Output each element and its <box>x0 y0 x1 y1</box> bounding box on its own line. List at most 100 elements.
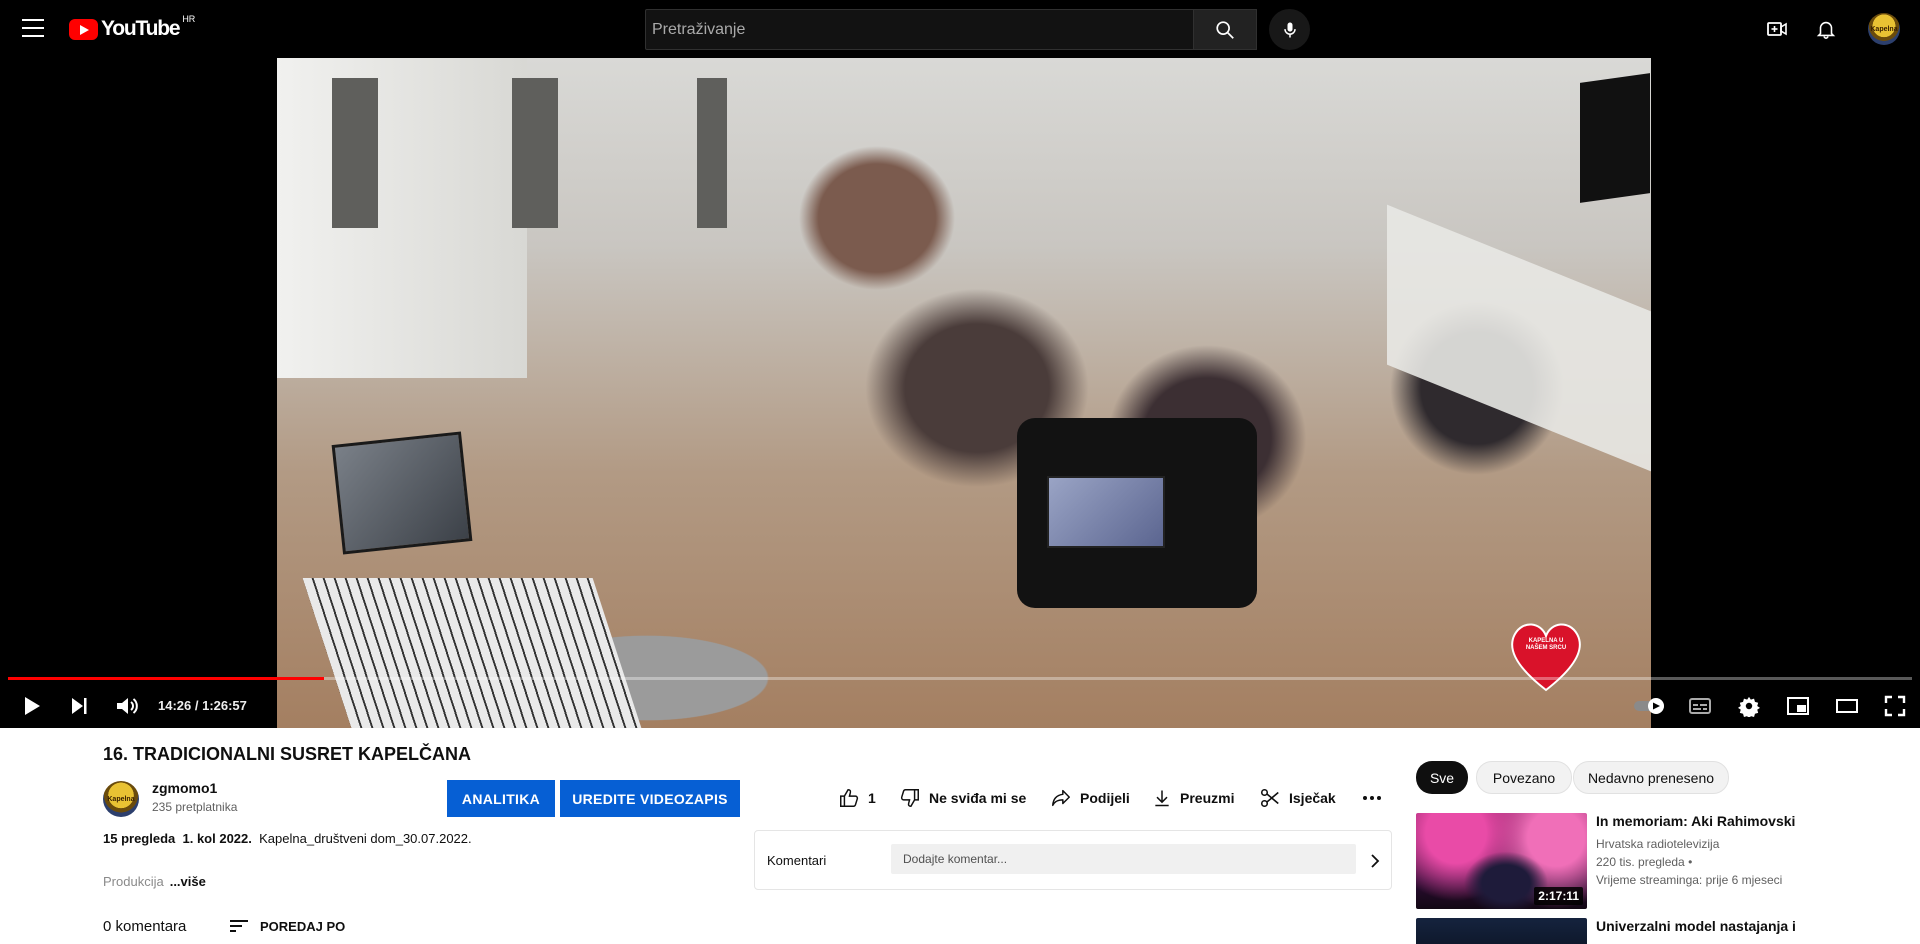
sort-comments-button[interactable]: POREDAJ PO <box>228 913 345 939</box>
next-button[interactable] <box>63 690 95 722</box>
create-video-icon <box>1767 22 1787 36</box>
volume-button[interactable] <box>111 690 143 722</box>
play-button[interactable] <box>16 690 48 722</box>
thumbs-up-icon <box>840 789 859 807</box>
like-button[interactable]: 1 <box>838 783 876 813</box>
description-snippet-text: Produkcija <box>103 874 164 889</box>
video-title: 16. TRADICIONALNI SUSRET KAPELČANA <box>103 744 472 764</box>
recommendation-thumbnail[interactable] <box>1416 918 1587 944</box>
progress-bar[interactable] <box>8 677 1912 680</box>
avatar-text: Kapelna <box>1870 25 1898 33</box>
comments-count: 0 komentara <box>103 918 187 935</box>
video-scene-window <box>697 78 727 228</box>
recommendation-item[interactable]: Univerzalni model nastajanja i <box>1416 918 1876 944</box>
expand-comments-button[interactable] <box>1365 849 1385 873</box>
autoplay-toggle-icon <box>1634 698 1664 714</box>
clip-button[interactable]: Isječak <box>1259 783 1336 813</box>
comments-panel: Komentari <box>754 830 1392 890</box>
download-icon <box>1155 790 1169 807</box>
youtube-play-logo-icon <box>69 19 98 40</box>
more-horizontal-icon <box>1363 796 1381 800</box>
download-button[interactable]: Preuzmi <box>1152 783 1234 813</box>
video-scene-window <box>332 78 378 228</box>
search-button[interactable] <box>1194 9 1257 50</box>
description-meta: 15 pregleda 1. kol 2022. Kapelna_društve… <box>103 831 472 846</box>
chevron-right-icon <box>1371 854 1380 868</box>
player-controls: 14:26 / 1:26:57 <box>0 684 1920 728</box>
recommendation-views: 220 tis. pregleda • <box>1596 855 1693 869</box>
recommendation-stream-time: Vrijeme streaminga: prije 6 mjeseci <box>1596 873 1783 887</box>
search-icon <box>1216 20 1234 39</box>
view-count: 15 pregleda <box>103 831 176 846</box>
progress-played <box>8 677 325 680</box>
bell-icon <box>1816 21 1836 39</box>
create-button[interactable] <box>1762 14 1792 44</box>
sort-icon <box>230 920 248 932</box>
region-code: HR <box>182 14 196 24</box>
share-icon <box>1052 789 1070 807</box>
edit-video-button[interactable]: UREDITE VIDEOZAPIS <box>560 780 740 817</box>
chip-related[interactable]: Povezano <box>1476 761 1572 794</box>
recommendation-title[interactable]: In memoriam: Aki Rahimovski <box>1596 813 1795 829</box>
fullscreen-icon <box>1884 695 1906 717</box>
scissors-icon <box>1260 788 1279 808</box>
volume-icon <box>117 698 138 714</box>
clip-label: Isječak <box>1289 790 1336 806</box>
dislike-label: Ne sviđa mi se <box>929 790 1027 806</box>
watermark-text: KAPELNA U NAŠEM SRCU <box>1525 638 1567 651</box>
captions-icon <box>1689 698 1711 714</box>
show-more-link[interactable]: ...više <box>170 874 206 889</box>
dislike-button[interactable]: Ne sviđa mi se <box>899 783 1026 813</box>
time-display: 14:26 / 1:26:57 <box>158 698 247 713</box>
gear-icon <box>1738 696 1760 717</box>
more-actions-button[interactable] <box>1362 783 1390 813</box>
autoplay-toggle[interactable] <box>1632 690 1668 722</box>
voice-search-button[interactable] <box>1269 9 1310 50</box>
theater-mode-button[interactable] <box>1831 690 1863 722</box>
video-scene-wall <box>277 58 527 378</box>
account-avatar[interactable]: Kapelna <box>1868 13 1900 45</box>
subscriber-count: 235 pretplatnika <box>152 800 238 814</box>
youtube-logo[interactable]: YouTube HR <box>69 14 196 41</box>
recommendation-thumbnail[interactable]: 2:17:11 <box>1416 813 1587 909</box>
miniplayer-button[interactable] <box>1782 690 1814 722</box>
share-label: Podijeli <box>1080 790 1130 806</box>
add-comment-input[interactable] <box>891 844 1356 874</box>
heart-icon <box>1511 623 1581 692</box>
description-text: Kapelna_društveni dom_30.07.2022. <box>259 831 472 846</box>
fullscreen-button[interactable] <box>1879 690 1911 722</box>
miniplayer-icon <box>1787 697 1809 715</box>
share-button[interactable]: Podijeli <box>1050 783 1130 813</box>
video-scene-table <box>1387 204 1651 472</box>
video-scene-laptop <box>331 431 473 555</box>
chip-recently-uploaded[interactable]: Nedavno preneseno <box>1573 761 1729 794</box>
masthead: YouTube HR Kapelna <box>0 0 1920 58</box>
recommendation-title[interactable]: Univerzalni model nastajanja i <box>1596 918 1796 934</box>
analytics-button[interactable]: ANALITIKA <box>447 780 555 817</box>
channel-name[interactable]: zgmomo1 <box>152 780 217 796</box>
notifications-button[interactable] <box>1811 14 1841 44</box>
upload-date: 1. kol 2022. <box>182 831 252 846</box>
hamburger-icon[interactable] <box>22 19 44 37</box>
sort-label: POREDAJ PO <box>260 918 346 934</box>
search-input[interactable] <box>646 10 1193 49</box>
thumbs-down-icon <box>900 789 919 807</box>
video-scene-camera-screen <box>1047 476 1165 548</box>
logo-text: YouTube <box>101 17 181 40</box>
video-scene-camera <box>1017 418 1257 608</box>
description-snippet[interactable]: Produkcija ...više <box>103 874 206 889</box>
mic-icon <box>1283 22 1296 37</box>
chip-all[interactable]: Sve <box>1416 761 1468 794</box>
like-count: 1 <box>868 790 876 806</box>
video-frame[interactable]: KAPELNA U NAŠEM SRCU <box>277 58 1651 728</box>
video-scene-window <box>512 78 558 228</box>
recommendation-item[interactable]: 2:17:11 In memoriam: Aki Rahimovski Hrva… <box>1416 813 1876 909</box>
settings-button[interactable] <box>1733 690 1765 722</box>
recommendation-channel[interactable]: Hrvatska radiotelevizija <box>1596 837 1719 851</box>
comments-panel-title: Komentari <box>767 853 827 868</box>
channel-avatar[interactable]: Kapelna <box>103 781 139 817</box>
captions-button[interactable] <box>1684 690 1716 722</box>
search-box <box>645 9 1194 50</box>
next-icon <box>72 698 87 714</box>
video-player[interactable]: KAPELNA U NAŠEM SRCU 14:26 / 1:26:57 <box>0 58 1920 728</box>
